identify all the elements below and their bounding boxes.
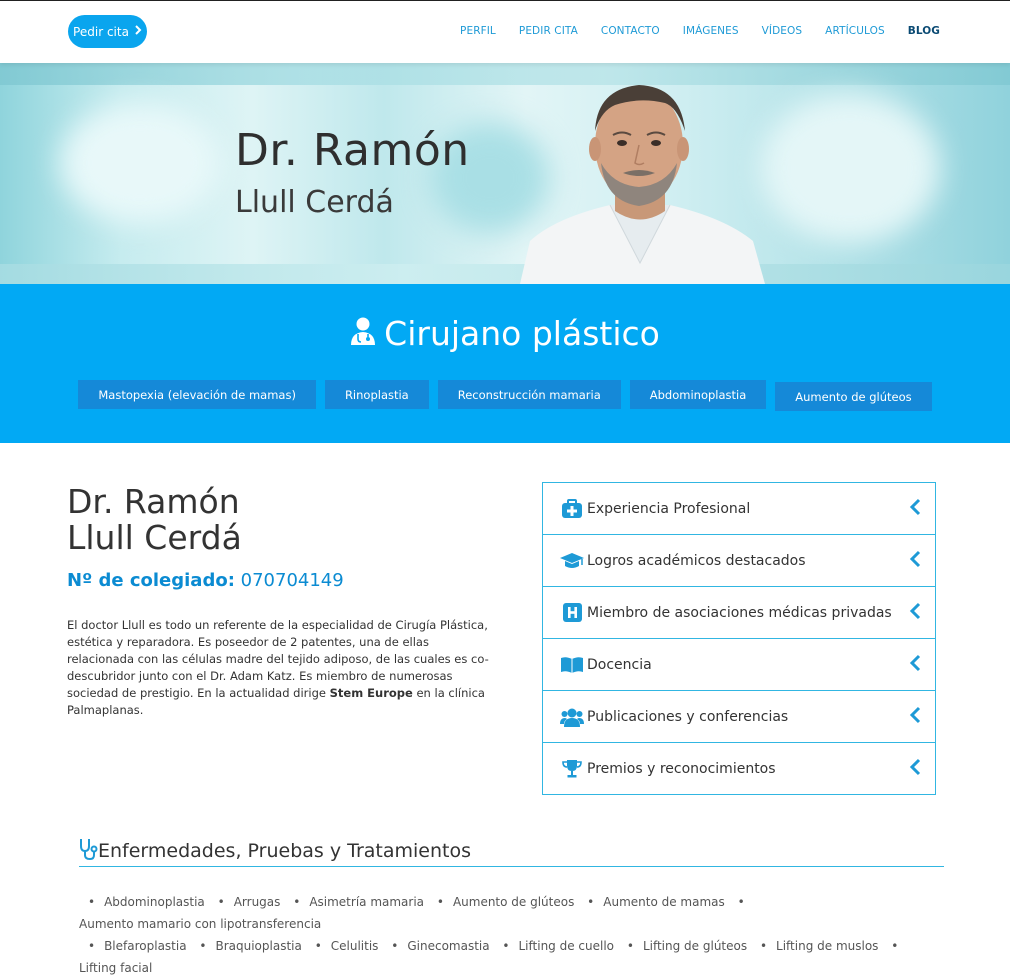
accordion-label: Premios y reconocimientos — [587, 760, 776, 777]
trophy-icon — [559, 759, 585, 778]
chevron-right-icon — [135, 24, 142, 39]
accordion-docencia[interactable]: Docencia — [543, 639, 935, 691]
list-item[interactable]: Ginecomastia — [407, 939, 489, 953]
bullet: • — [314, 939, 322, 953]
treatments-section-header: Enfermedades, Pruebas y Tratamientos — [79, 836, 944, 867]
nav-blog[interactable]: BLOG — [908, 25, 940, 37]
accordion-label: Experiencia Profesional — [587, 500, 751, 517]
site-header: Pedir cita PERFIL PEDIR CITA CONTACTO IM… — [0, 1, 1010, 63]
profile-name-line1: Dr. Ramón — [67, 482, 240, 521]
treatments-row: • Blefaroplastia • Braquioplastia • Celulit… — [79, 935, 969, 979]
bullet: • — [587, 895, 595, 909]
bullet: • — [502, 939, 510, 953]
nav-contacto[interactable]: CONTACTO — [601, 25, 660, 37]
bullet: • — [759, 939, 768, 953]
profile-name: Dr. Ramón Llull Cerdá — [67, 484, 242, 556]
list-item[interactable]: Lifting de muslos — [776, 939, 878, 953]
doctor-user-icon — [350, 314, 376, 353]
open-book-icon — [559, 656, 585, 674]
list-item[interactable]: Lifting de cuello — [519, 939, 615, 953]
bullet: • — [891, 939, 899, 953]
list-item[interactable]: Abdominoplastia — [104, 895, 205, 909]
doctor-portrait — [520, 85, 765, 284]
hospital-h-icon — [559, 603, 585, 622]
bullet: • — [737, 895, 745, 909]
list-item[interactable]: Aumento de glúteos — [453, 895, 574, 909]
list-item[interactable]: Asimetría mamaria — [309, 895, 424, 909]
nav-pedir-cita[interactable]: PEDIR CITA — [519, 25, 578, 37]
treatments-list: • Abdominoplastia • Arrugas • Asimetría mam… — [79, 891, 969, 979]
bullet: • — [436, 895, 444, 909]
treatments-row: • Abdominoplastia • Arrugas • Asimetría mam… — [79, 891, 969, 935]
chevron-left-icon — [909, 550, 921, 572]
specialty-tags: Mastopexia (elevación de mamas) Rinoplas… — [0, 380, 1010, 411]
hero-top-band — [0, 63, 1010, 85]
main-nav: PERFIL PEDIR CITA CONTACTO IMÁGENES VÍDE… — [437, 25, 940, 37]
graduation-cap-icon — [559, 552, 585, 570]
nav-imagenes[interactable]: IMÁGENES — [683, 25, 739, 37]
treatments-title: Enfermedades, Pruebas y Tratamientos — [98, 840, 471, 862]
bullet: • — [217, 895, 225, 909]
accordion-experiencia[interactable]: Experiencia Profesional — [543, 483, 935, 535]
chevron-left-icon — [909, 706, 921, 728]
list-item[interactable]: Braquioplastia — [215, 939, 301, 953]
bullet: • — [293, 895, 301, 909]
bio-bold: Stem Europe — [329, 686, 413, 700]
accordion-publicaciones[interactable]: Publicaciones y conferencias — [543, 691, 935, 743]
tag-rinoplastia[interactable]: Rinoplastia — [324, 380, 429, 409]
hero-name-line1: Dr. Ramón — [235, 125, 470, 176]
specialty-title: Cirujano plástico — [384, 314, 660, 353]
profile-accordion: Experiencia Profesional Logros académico… — [542, 482, 936, 795]
stethoscope-icon — [79, 838, 98, 864]
nav-perfil[interactable]: PERFIL — [460, 25, 496, 37]
chevron-left-icon — [909, 654, 921, 676]
list-item[interactable]: Lifting de glúteos — [643, 939, 747, 953]
chevron-left-icon — [909, 758, 921, 780]
colegiado-value: 070704149 — [240, 570, 344, 591]
accordion-premios[interactable]: Premios y reconocimientos — [543, 743, 935, 794]
bullet: • — [391, 939, 399, 953]
colegiado-number: Nº de colegiado: 070704149 — [67, 570, 344, 591]
bio-paragraph: El doctor Llull es todo un referente de … — [67, 617, 497, 719]
tag-mastopexia[interactable]: Mastopexia (elevación de mamas) — [78, 380, 316, 409]
nav-articulos[interactable]: ARTÍCULOS — [825, 25, 885, 37]
users-group-icon — [559, 707, 585, 727]
list-item[interactable]: Celulitis — [331, 939, 379, 953]
profile-name-line2: Llull Cerdá — [67, 518, 242, 557]
accordion-label: Miembro de asociaciones médicas privadas — [587, 604, 892, 621]
accordion-asociaciones[interactable]: Miembro de asociaciones médicas privadas — [543, 587, 935, 639]
hero-bottom-band — [0, 264, 1010, 284]
chevron-left-icon — [909, 602, 921, 624]
nav-videos[interactable]: VÍDEOS — [762, 25, 803, 37]
hero-name-line2: Llull Cerdá — [235, 185, 394, 220]
hero-bg-blur — [60, 103, 220, 223]
bullet: • — [626, 939, 634, 953]
accordion-logros[interactable]: Logros académicos destacados — [543, 535, 935, 587]
colegiado-label: Nº de colegiado: — [67, 570, 235, 591]
accordion-label: Logros académicos destacados — [587, 552, 806, 569]
list-item[interactable]: Aumento mamario con lipotransferencia — [79, 917, 321, 931]
chevron-left-icon — [909, 498, 921, 520]
pedir-cita-button[interactable]: Pedir cita — [68, 15, 147, 48]
bullet: • — [88, 895, 96, 909]
medical-kit-icon — [559, 498, 585, 519]
list-item[interactable]: Aumento de mamas — [603, 895, 725, 909]
accordion-label: Docencia — [587, 656, 652, 673]
tag-abdominoplastia[interactable]: Abdominoplastia — [629, 380, 767, 409]
tag-aumento-gluteos[interactable]: Aumento de glúteos — [775, 382, 932, 411]
hero-banner: Dr. Ramón Llull Cerdá — [0, 63, 1010, 284]
list-item[interactable]: Lifting facial — [79, 961, 152, 975]
list-item[interactable]: Blefaroplastia — [104, 939, 187, 953]
bullet: • — [88, 939, 96, 953]
bullet: • — [199, 939, 207, 953]
tag-reconstruccion-mamaria[interactable]: Reconstrucción mamaria — [437, 380, 621, 409]
hero-bg-blur — [760, 93, 940, 243]
pedir-cita-label: Pedir cita — [73, 24, 129, 39]
list-item[interactable]: Arrugas — [234, 895, 281, 909]
specialty-heading: Cirujano plástico — [0, 314, 1010, 353]
accordion-label: Publicaciones y conferencias — [587, 708, 789, 725]
specialty-band: Cirujano plástico Mastopexia (elevación … — [0, 284, 1010, 443]
